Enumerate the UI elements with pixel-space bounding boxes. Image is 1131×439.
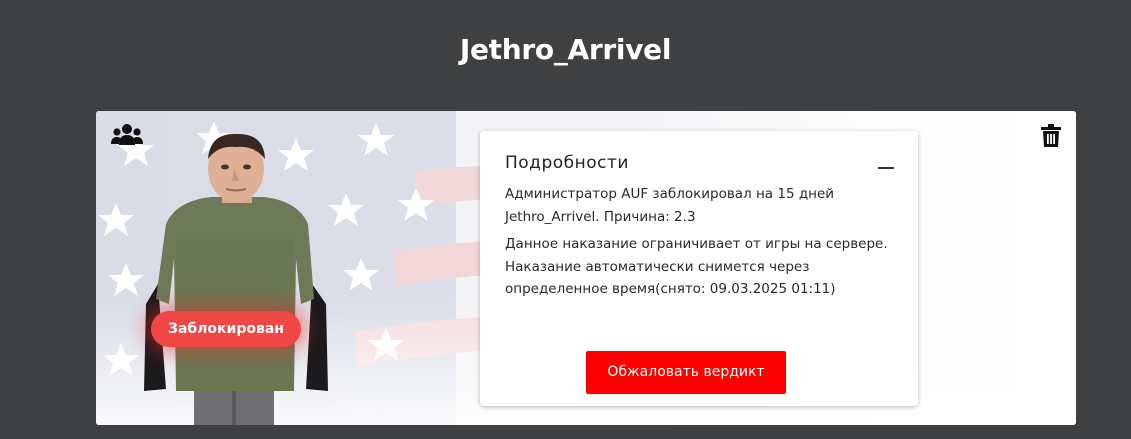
details-title: Подробности: [505, 153, 629, 173]
status-badge: Заблокирован: [151, 311, 301, 347]
appeal-verdict-button[interactable]: Обжаловать вердикт: [586, 351, 786, 394]
player-card: Заблокирован Подробности Администратор A…: [96, 111, 1076, 425]
details-panel: Подробности Администратор AUF заблокиров…: [480, 131, 918, 406]
ban-description: Администратор AUF заблокировал на 15 дне…: [505, 186, 835, 225]
page-title: Jethro_Arrivel: [459, 33, 672, 66]
character-skin-image: [144, 133, 328, 425]
minus-icon[interactable]: [878, 167, 894, 169]
trash-icon[interactable]: [1040, 124, 1062, 148]
ban-info: Данное наказание ограничивает от игры на…: [505, 236, 888, 297]
